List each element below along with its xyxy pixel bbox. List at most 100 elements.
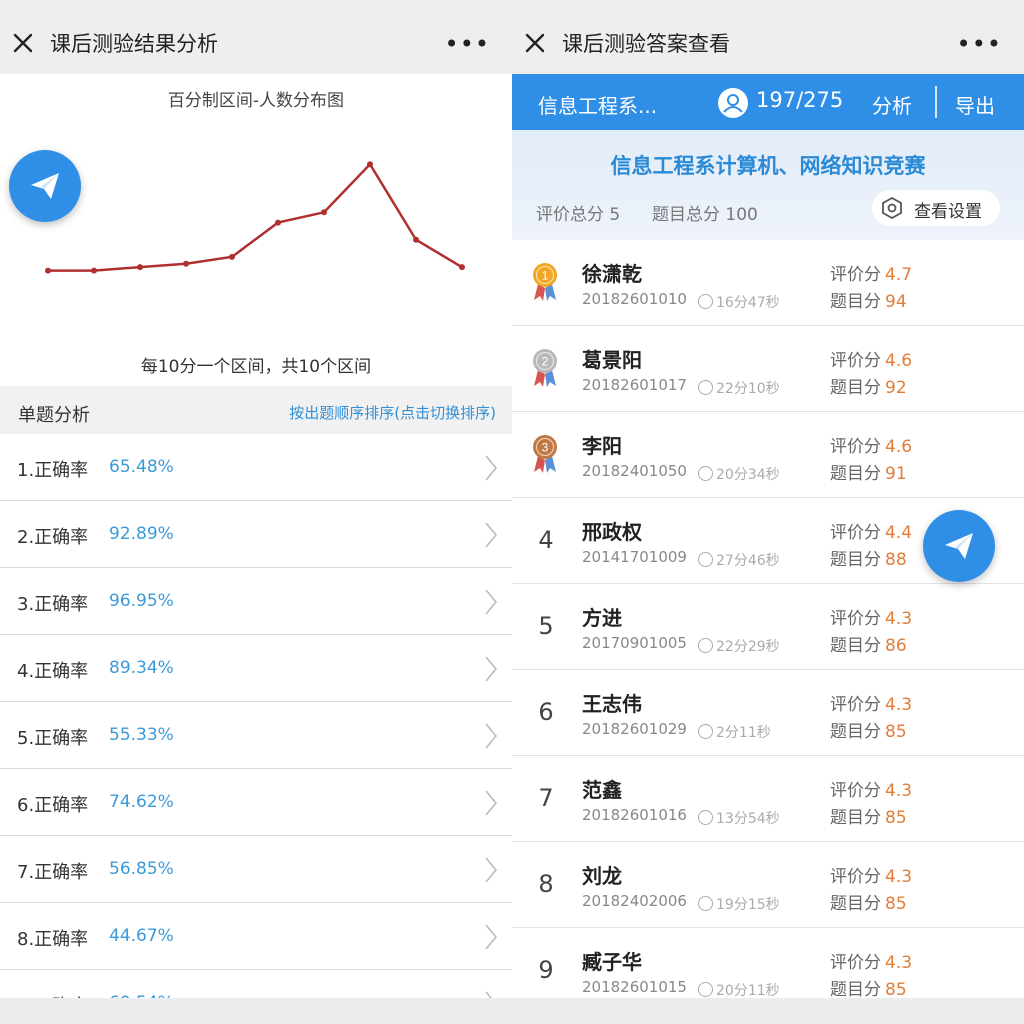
medal-rank: 1: [542, 269, 549, 283]
clock-icon: [698, 810, 713, 825]
export-button[interactable]: 导出: [955, 90, 995, 119]
question-label: 5.正确率: [17, 728, 89, 749]
student-name: 葛景阳: [582, 348, 642, 372]
eval-label: 评价分: [830, 351, 881, 371]
clock-icon: [698, 466, 713, 481]
divider: [935, 86, 937, 118]
student-ranking-list: 1 徐潇乾 20182601010 16分47秒 评价分 4.7 题目分 94 2 葛景阳 2018…: [512, 240, 1024, 1014]
student-row[interactable]: 3 李阳 20182401050 20分34秒 评价分 4.6 题目分 91: [512, 412, 1024, 498]
question-list: 1.正确率 65.48% 2.正确率 92.89% 3.正确率 96.95% 4.正确率 89…: [0, 434, 512, 1024]
question-score-label: 题目分: [830, 464, 881, 484]
data-point: [45, 267, 51, 274]
student-id: 20182601017: [582, 376, 687, 394]
rank-number: 7: [538, 784, 554, 812]
share-fab-button[interactable]: [923, 510, 995, 582]
duration: 27分46秒: [698, 550, 780, 570]
chevron-right-icon: [485, 790, 498, 816]
results-analysis-screen: 课后测验结果分析 ••• 百分制区间-人数分布图 每10分一个区间，共10个区间…: [0, 0, 512, 1024]
duration-text: 20分11秒: [716, 983, 780, 999]
eval-score: 评价分 4.3: [830, 776, 912, 801]
student-name: 王志伟: [582, 692, 642, 716]
question-score-label: 题目分: [830, 722, 881, 742]
chevron-right-icon: [485, 857, 498, 883]
title-bar: 课后测验答案查看 •••: [512, 0, 1024, 74]
accuracy-value: 74.62%: [109, 792, 174, 812]
title-bar: 课后测验结果分析 •••: [0, 0, 512, 74]
answers-view-screen: 课后测验答案查看 ••• 信息工程系... 197/275 分析 导出 信息工程…: [512, 0, 1024, 1024]
paper-plane-icon: [945, 533, 973, 559]
eval-value: 4.4: [885, 523, 913, 543]
rank-number: 4: [538, 526, 554, 554]
question-score-value: 85: [885, 980, 907, 1000]
more-menu-button[interactable]: •••: [445, 30, 490, 58]
share-fab-button[interactable]: [9, 150, 81, 222]
question-row[interactable]: 5.正确率 55.33%: [0, 702, 512, 769]
eval-label: 评价分: [830, 867, 881, 887]
accuracy-value: 65.48%: [109, 457, 174, 477]
question-score-label: 题目分: [830, 980, 881, 1000]
duration: 22分10秒: [698, 378, 780, 398]
question-row[interactable]: 1.正确率 65.48%: [0, 434, 512, 501]
eval-value: 4.3: [885, 867, 913, 887]
question-row[interactable]: 2.正确率 92.89%: [0, 501, 512, 568]
data-point: [367, 161, 373, 168]
class-selector[interactable]: 信息工程系...: [538, 90, 657, 119]
eval-label: 评价分: [830, 953, 881, 973]
clock-icon: [698, 294, 713, 309]
eval-value: 4.7: [885, 265, 913, 285]
student-row[interactable]: 6 王志伟 20182601029 2分11秒 评价分 4.3 题目分 85: [512, 670, 1024, 756]
accuracy-value: 44.67%: [109, 926, 174, 946]
student-row[interactable]: 8 刘龙 20182402006 19分15秒 评价分 4.3 题目分 85: [512, 842, 1024, 928]
chevron-right-icon: [485, 723, 498, 749]
accuracy-value: 92.89%: [109, 524, 174, 544]
chart-caption: 每10分一个区间，共10个区间: [140, 357, 372, 377]
eval-total: 评价总分 5: [536, 205, 621, 225]
question-score: 题目分 85: [830, 717, 907, 742]
duration: 2分11秒: [698, 722, 771, 742]
question-score-label: 题目分: [830, 894, 881, 914]
submission-count: 197/275: [756, 88, 844, 112]
student-row[interactable]: 2 葛景阳 20182601017 22分10秒 评价分 4.6 题目分 92: [512, 326, 1024, 412]
eval-score: 评价分 4.7: [830, 260, 912, 285]
clock-icon: [698, 638, 713, 653]
medal-rank: 3: [542, 441, 549, 455]
rank-number: 9: [538, 956, 554, 984]
student-id: 20182401050: [582, 462, 687, 480]
question-row[interactable]: 4.正确率 89.34%: [0, 635, 512, 702]
chevron-right-icon: [485, 522, 498, 548]
question-score-value: 94: [885, 292, 907, 312]
system-nav-bar: [512, 998, 1024, 1024]
duration-text: 2分11秒: [716, 725, 771, 741]
eval-score: 评价分 4.3: [830, 862, 912, 887]
close-icon[interactable]: [522, 30, 548, 56]
student-row[interactable]: 1 徐潇乾 20182601010 16分47秒 评价分 4.7 题目分 94: [512, 240, 1024, 326]
question-row[interactable]: 8.正确率 44.67%: [0, 903, 512, 970]
student-row[interactable]: 5 方进 20170901005 22分29秒 评价分 4.3 题目分 86: [512, 584, 1024, 670]
sort-toggle-link[interactable]: 按出题顺序排序(点击切换排序): [289, 402, 496, 423]
student-row[interactable]: 7 范鑫 20182601016 13分54秒 评价分 4.3 题目分 85: [512, 756, 1024, 842]
view-settings-button[interactable]: 查看设置: [872, 190, 1000, 226]
question-score-value: 88: [885, 550, 907, 570]
eval-score: 评价分 4.6: [830, 432, 912, 457]
paper-plane-icon: [31, 173, 59, 199]
close-icon[interactable]: [10, 30, 36, 56]
question-label: 2.正确率: [17, 527, 89, 548]
data-point: [321, 209, 327, 216]
analyze-button[interactable]: 分析: [872, 90, 912, 119]
clock-icon: [698, 552, 713, 567]
clock-icon: [698, 982, 713, 997]
question-row[interactable]: 7.正确率 56.85%: [0, 836, 512, 903]
question-score: 题目分 94: [830, 287, 907, 312]
question-label: 1.正确率: [17, 460, 89, 481]
eval-score: 评价分 4.3: [830, 948, 912, 973]
chart-title: 百分制区间-人数分布图: [167, 91, 345, 111]
question-analysis-header: 单题分析 按出题顺序排序(点击切换排序): [0, 386, 512, 434]
question-row[interactable]: 6.正确率 74.62%: [0, 769, 512, 836]
duration-text: 13分54秒: [716, 811, 780, 827]
question-row[interactable]: 3.正确率 96.95%: [0, 568, 512, 635]
eval-score: 评价分 4.3: [830, 690, 912, 715]
duration: 16分47秒: [698, 292, 780, 312]
chevron-right-icon: [485, 924, 498, 950]
more-menu-button[interactable]: •••: [957, 30, 1002, 58]
student-name: 邢政权: [582, 520, 642, 544]
